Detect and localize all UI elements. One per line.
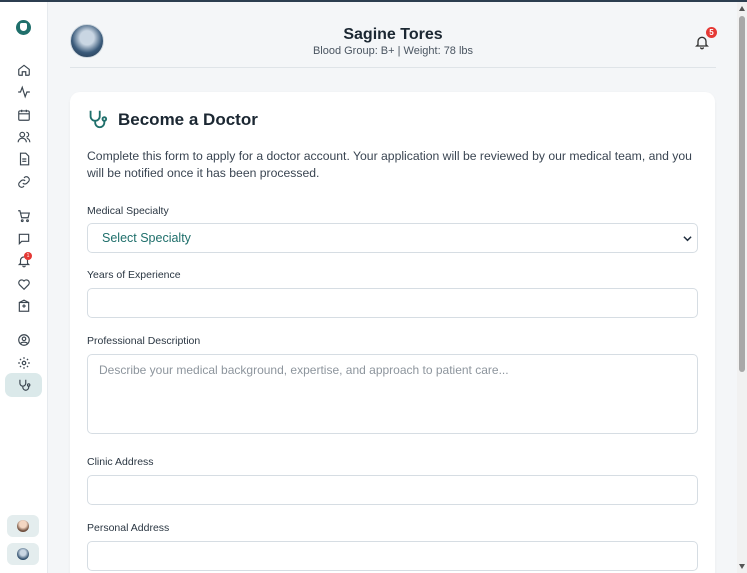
form-description: Complete this form to apply for a doctor… [87,149,692,180]
sidebar: 1 [0,2,48,573]
sidebar-avatar-1[interactable] [7,515,39,537]
link-icon[interactable] [17,175,31,189]
stethoscope-icon[interactable] [17,378,31,392]
user-name: Sagine Tores [343,26,443,43]
chevron-down-icon [683,234,692,243]
clinic-address-input[interactable] [87,475,698,505]
cart-icon[interactable] [17,209,31,223]
calendar-icon[interactable] [17,108,31,122]
heart-icon[interactable] [17,277,31,291]
scroll-up-arrow-icon[interactable] [739,6,745,11]
profile-icon[interactable] [17,333,31,347]
app-logo-icon[interactable] [16,20,31,35]
specialty-select-value: Select Specialty [102,231,191,245]
page-title: Become a Doctor [118,110,258,129]
activity-icon[interactable] [17,85,31,99]
specialty-label: Medical Specialty [87,205,169,217]
document-icon[interactable] [17,152,31,166]
stethoscope-icon [86,107,108,131]
experience-input[interactable] [87,288,698,318]
experience-label: Years of Experience [87,269,181,281]
user-meta: Blood Group: B+ | Weight: 78 lbs [312,45,474,57]
sidebar-notification-badge: 1 [24,252,32,260]
professional-description-textarea[interactable]: Describe your medical background, expert… [87,354,698,434]
sidebar-avatar-2[interactable] [7,543,39,565]
users-icon[interactable] [17,130,31,144]
clinic-address-label: Clinic Address [87,456,154,468]
page-scrollbar[interactable] [737,2,747,573]
home-icon[interactable] [17,63,31,77]
settings-icon[interactable] [17,356,31,370]
personal-address-label: Personal Address [87,522,170,534]
professional-description-placeholder: Describe your medical background, expert… [99,363,509,377]
specialty-select[interactable]: Select Specialty [87,223,698,253]
chat-icon[interactable] [17,232,31,246]
professional-description-label: Professional Description [87,335,201,347]
notification-count-badge: 5 [706,27,717,38]
hospital-icon[interactable] [17,299,31,313]
profile-header: Sagine Tores Blood Group: B+ | Weight: 7… [70,2,717,68]
scrollbar-thumb[interactable] [739,16,745,372]
become-doctor-card: Become a Doctor Complete this form to ap… [70,92,715,573]
personal-address-input[interactable] [87,541,698,571]
scroll-down-arrow-icon[interactable] [739,564,745,569]
